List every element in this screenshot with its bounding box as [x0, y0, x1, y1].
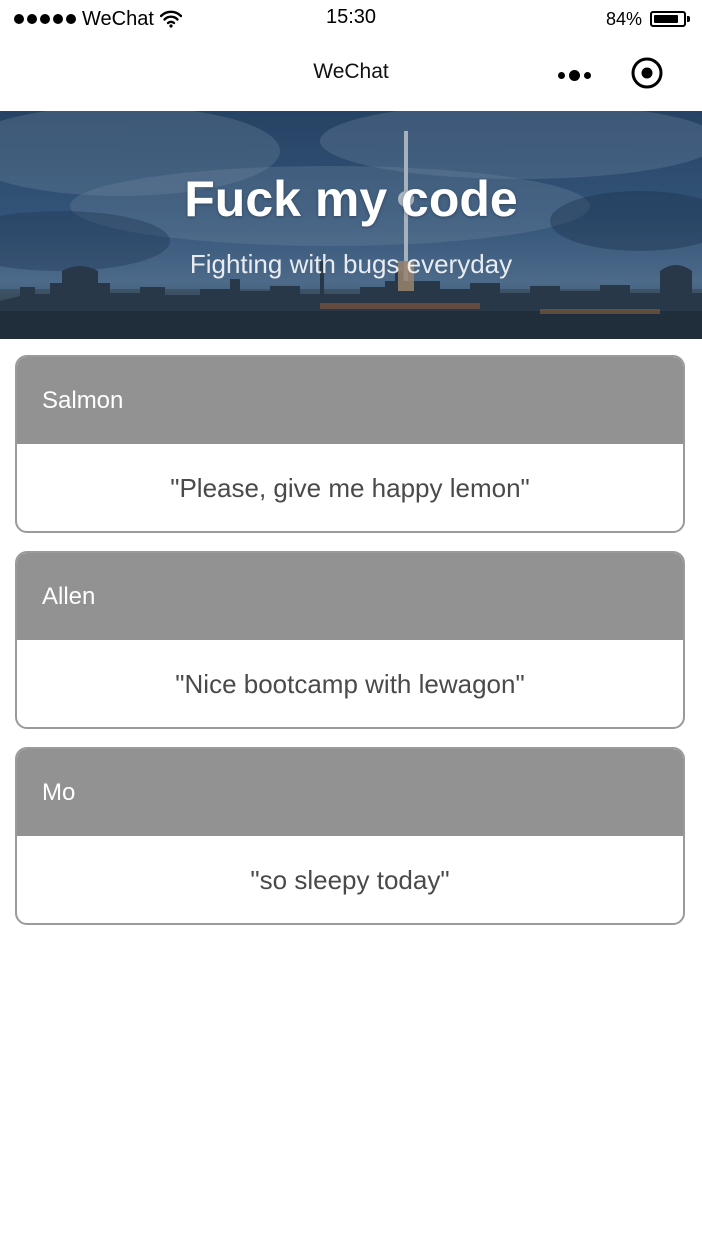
card-author: Salmon [42, 386, 124, 414]
message-card[interactable]: Salmon "Please, give me happy lemon" [15, 355, 685, 533]
battery-icon [650, 11, 690, 27]
card-quote: "Nice bootcamp with lewagon" [175, 669, 525, 699]
card-body: "Please, give me happy lemon" [17, 444, 683, 531]
card-list: Salmon "Please, give me happy lemon" All… [15, 355, 685, 943]
close-target-icon[interactable] [630, 56, 664, 90]
battery-fill [654, 15, 678, 23]
card-body: "Nice bootcamp with lewagon" [17, 640, 683, 727]
status-right: 84% [606, 6, 690, 32]
card-body: "so sleepy today" [17, 836, 683, 923]
more-icon[interactable] [553, 65, 595, 85]
message-card[interactable]: Allen "Nice bootcamp with lewagon" [15, 551, 685, 729]
card-author: Mo [42, 778, 76, 806]
status-time: 15:30 [325, 6, 377, 28]
card-quote: "Please, give me happy lemon" [170, 473, 530, 503]
card-quote: "so sleepy today" [250, 865, 450, 895]
status-bar: WeChat 15:30 84% [0, 0, 702, 40]
message-card[interactable]: Mo "so sleepy today" [15, 747, 685, 925]
card-header: Mo [17, 749, 683, 836]
nav-title: WeChat [313, 60, 389, 83]
nav-bar: WeChat [0, 40, 702, 111]
banner-subtitle: Fighting with bugs everyday [189, 249, 513, 279]
card-header: Allen [17, 553, 683, 640]
card-header: Salmon [17, 357, 683, 444]
banner-title: Fuck my code [184, 171, 518, 227]
battery-percent: 84% [605, 8, 642, 29]
card-author: Allen [42, 582, 96, 610]
